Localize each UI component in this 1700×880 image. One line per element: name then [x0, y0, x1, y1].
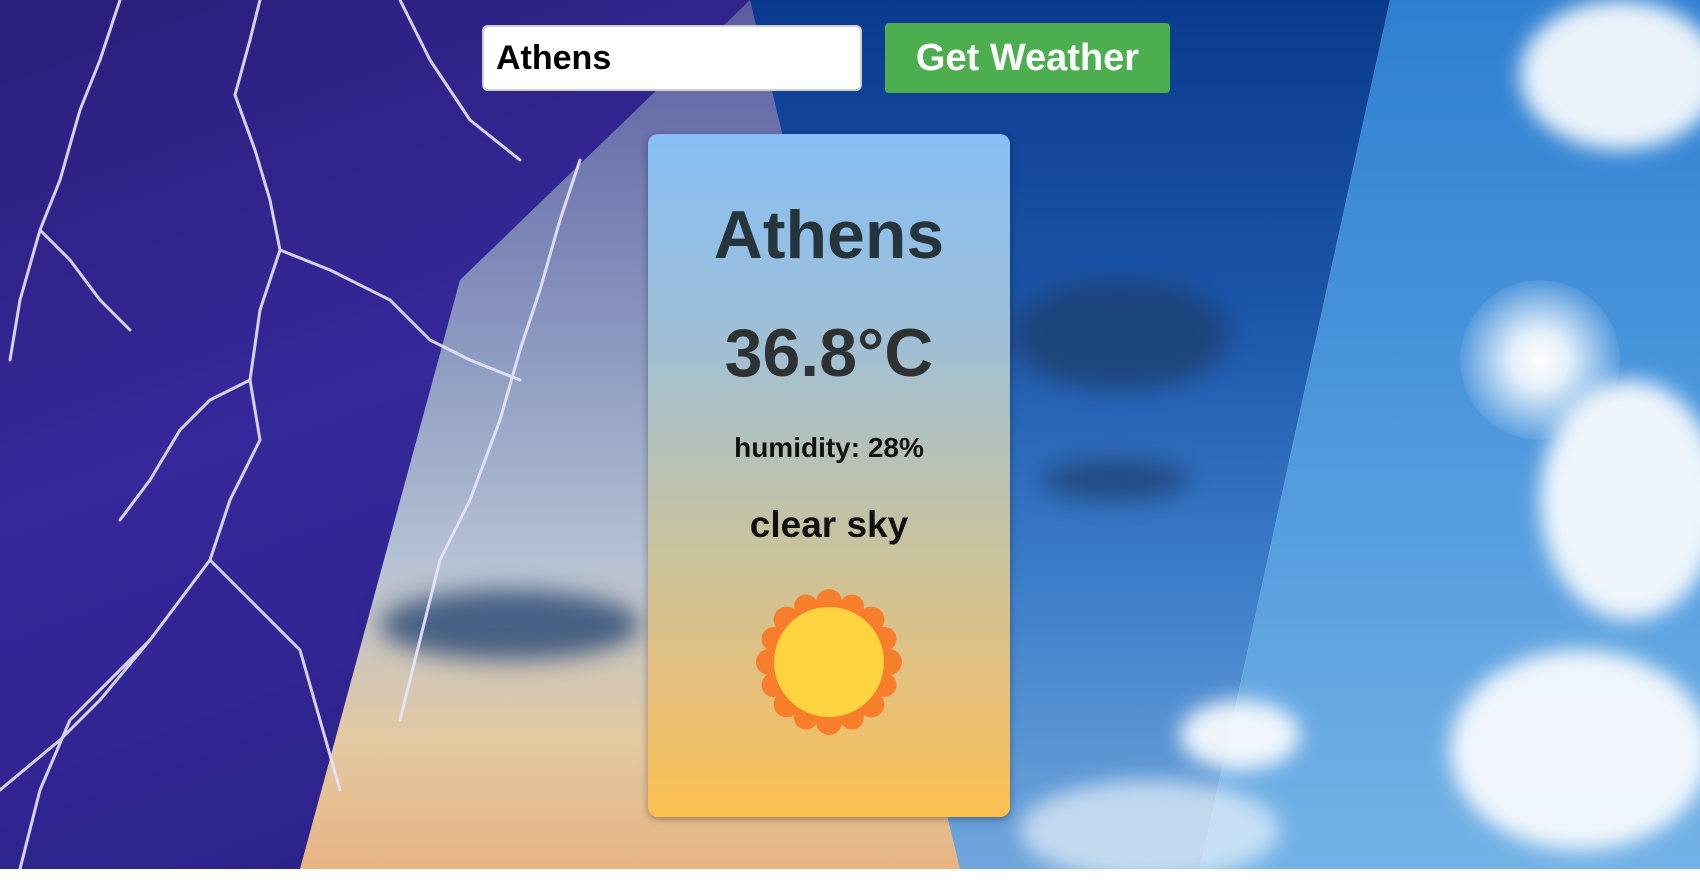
temperature: 36.8°C — [724, 315, 934, 391]
cloud — [1020, 780, 1280, 880]
sun-glow — [1460, 280, 1620, 440]
humidity: humidity: 28% — [734, 432, 924, 463]
cloud — [1180, 700, 1300, 770]
weather-card: Athens 36.8°C humidity: 28% clear sky — [648, 134, 1010, 817]
sun-icon — [756, 589, 902, 735]
dark-cloud — [1010, 280, 1230, 390]
lightning-bolts — [0, 0, 582, 869]
search-bar: Get Weather — [482, 23, 1170, 93]
city-name: Athens — [713, 197, 945, 273]
dark-cloud — [1040, 460, 1190, 500]
weather-description: clear sky — [749, 504, 909, 545]
get-weather-button[interactable]: Get Weather — [885, 23, 1170, 93]
city-input[interactable] — [482, 25, 862, 91]
cloud — [1450, 650, 1700, 850]
